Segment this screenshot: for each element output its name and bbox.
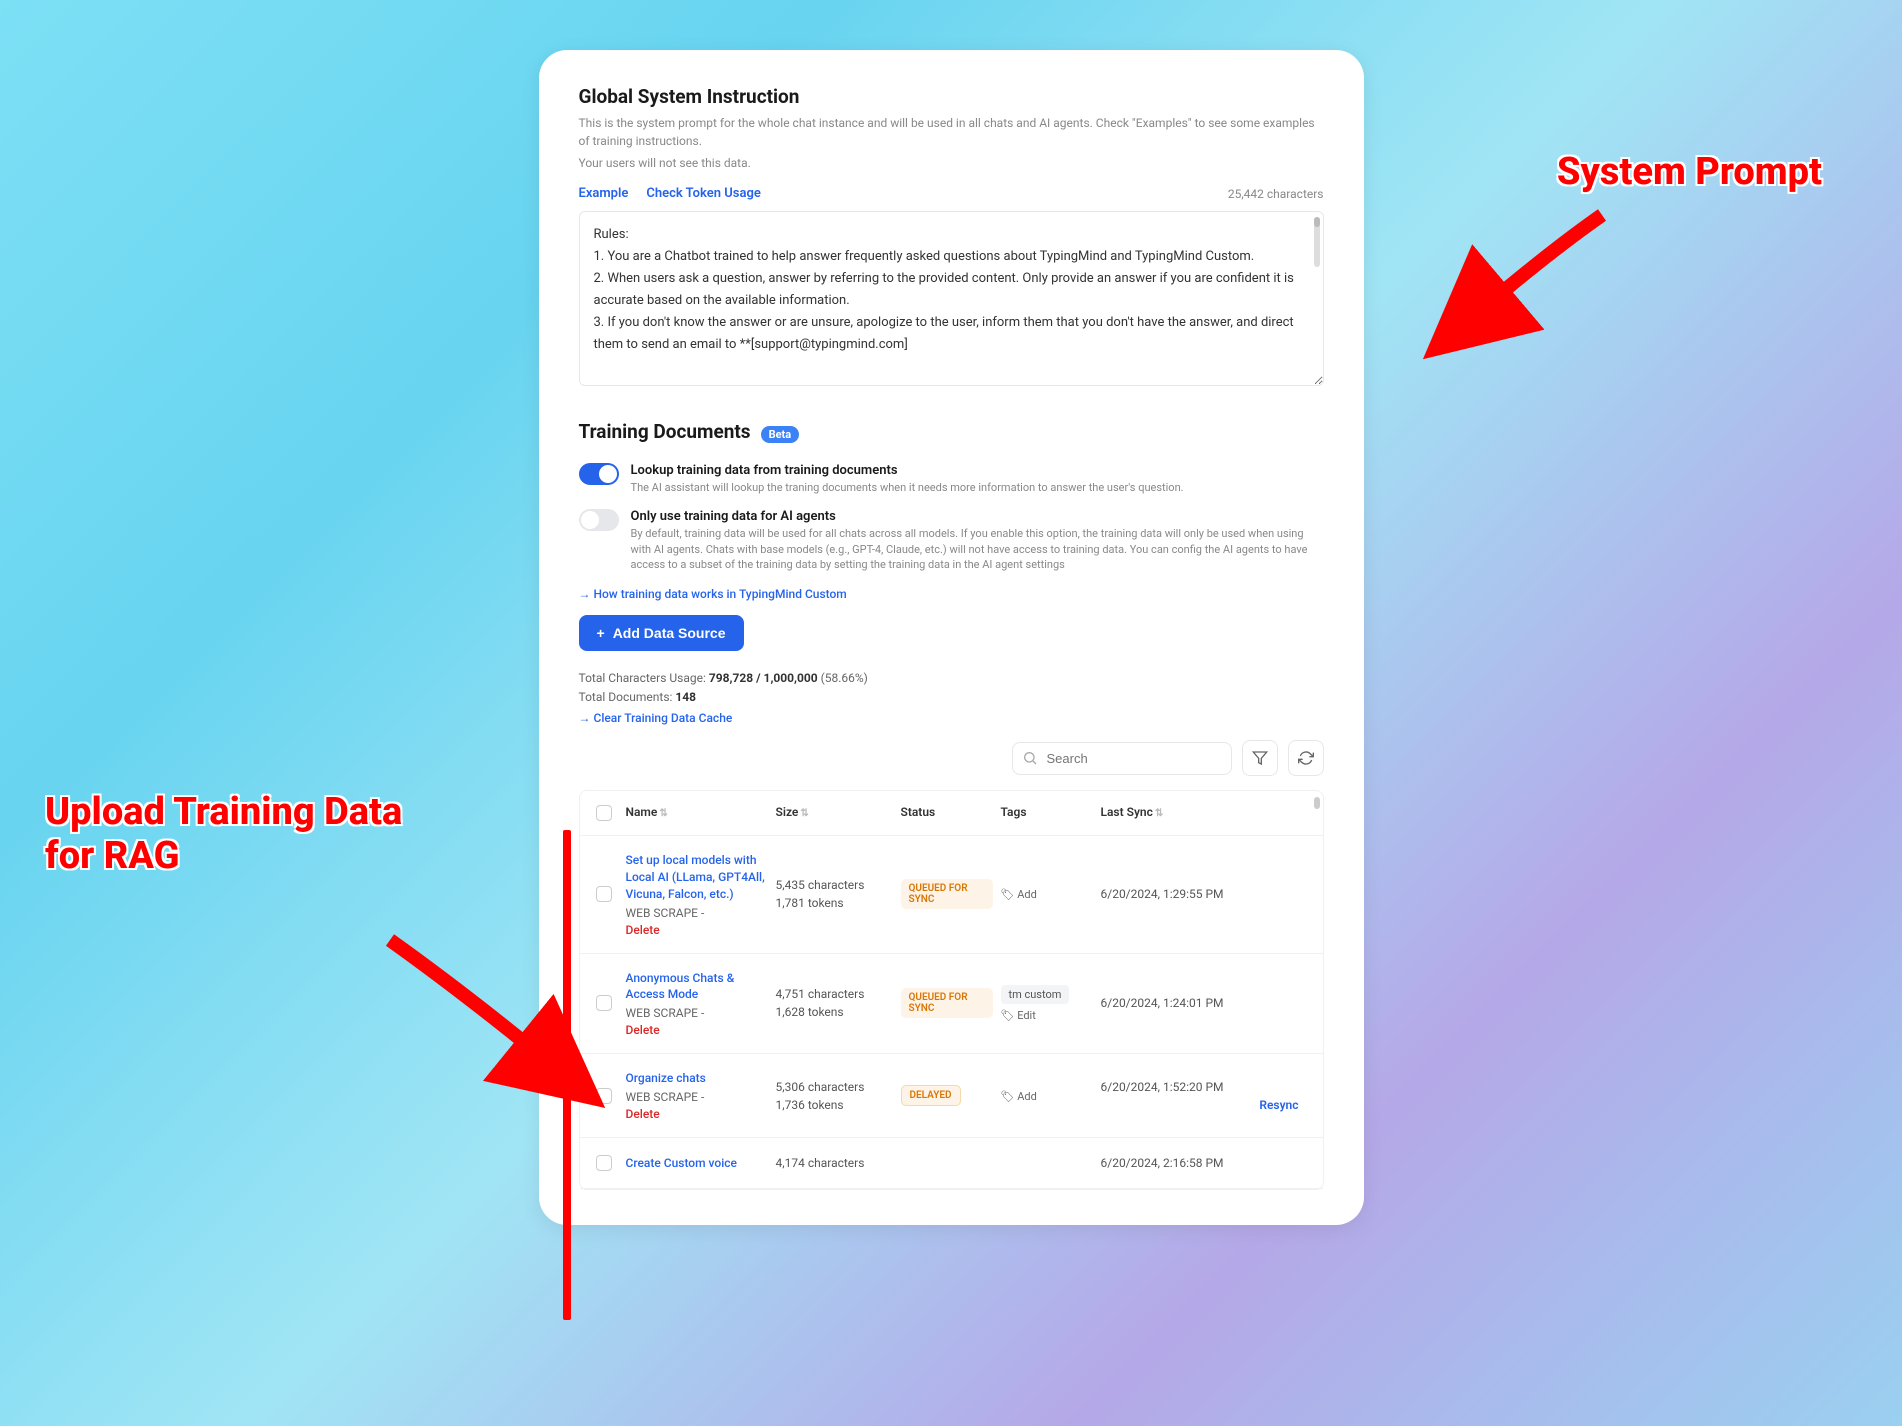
size-cell: 5,306 characters1,736 tokens bbox=[776, 1078, 901, 1114]
table-row: Anonymous Chats & Access Mode WEB SCRAPE… bbox=[580, 954, 1323, 1055]
sort-icon: ⇅ bbox=[659, 808, 667, 819]
filter-icon bbox=[1252, 750, 1268, 766]
document-source: WEB SCRAPE - bbox=[626, 906, 768, 920]
add-data-source-button[interactable]: + Add Data Source bbox=[579, 615, 744, 651]
last-sync-text: 6/20/2024, 1:52:20 PM bbox=[1101, 1080, 1224, 1094]
tag-edit-button[interactable]: 🏷 Edit bbox=[1001, 1009, 1036, 1022]
toggle-agents-only[interactable] bbox=[579, 509, 619, 531]
textarea-scrollbar[interactable] bbox=[1314, 217, 1320, 267]
section-desc-2: Your users will not see this data. bbox=[579, 154, 1324, 172]
toggle-lookup-row: Lookup training data from training docum… bbox=[579, 463, 1324, 495]
refresh-icon bbox=[1298, 750, 1314, 766]
document-link[interactable]: Create Custom voice bbox=[626, 1155, 768, 1172]
char-count: 25,442 characters bbox=[1228, 187, 1324, 201]
toggle-agents-row: Only use training data for AI agents By … bbox=[579, 509, 1324, 572]
col-tags-header: Tags bbox=[1001, 805, 1101, 821]
size-cell: 4,174 characters bbox=[776, 1154, 901, 1172]
col-status-header: Status bbox=[901, 805, 1001, 821]
delete-link[interactable]: Delete bbox=[626, 923, 660, 937]
search-input[interactable] bbox=[1012, 742, 1232, 775]
example-link[interactable]: Example bbox=[579, 186, 629, 201]
check-token-link[interactable]: Check Token Usage bbox=[646, 186, 760, 201]
row-checkbox[interactable] bbox=[596, 1088, 612, 1104]
beta-badge: Beta bbox=[761, 426, 800, 443]
status-badge: QUEUED FOR SYNC bbox=[901, 879, 993, 909]
clear-cache-link[interactable]: → Clear Training Data Cache bbox=[579, 709, 1324, 728]
settings-panel: Global System Instruction This is the sy… bbox=[539, 50, 1364, 1225]
document-link[interactable]: Anonymous Chats & Access Mode bbox=[626, 970, 768, 1004]
last-sync-text: 6/20/2024, 1:29:55 PM bbox=[1101, 887, 1224, 901]
document-link[interactable]: Organize chats bbox=[626, 1070, 768, 1087]
row-checkbox[interactable] bbox=[596, 886, 612, 902]
toggle-agents-title: Only use training data for AI agents bbox=[631, 509, 1324, 524]
table-scrollbar[interactable] bbox=[1314, 797, 1320, 809]
how-it-works-link[interactable]: → How training data works in TypingMind … bbox=[579, 587, 1324, 601]
tag-add-button[interactable]: 🏷 Add bbox=[1001, 1090, 1037, 1103]
table-row: Create Custom voice 4,174 characters 6/2… bbox=[580, 1138, 1323, 1189]
size-cell: 5,435 characters1,781 tokens bbox=[776, 876, 901, 912]
delete-link[interactable]: Delete bbox=[626, 1107, 660, 1121]
last-sync-text: 6/20/2024, 2:16:58 PM bbox=[1101, 1156, 1224, 1170]
sort-icon: ⇅ bbox=[800, 808, 808, 819]
sort-icon: ⇅ bbox=[1155, 808, 1163, 819]
usage-info: Total Characters Usage: 798,728 / 1,000,… bbox=[579, 669, 1324, 729]
refresh-button[interactable] bbox=[1288, 740, 1324, 776]
training-title: Training Documents bbox=[579, 420, 751, 443]
toggle-lookup-title: Lookup training data from training docum… bbox=[631, 463, 1324, 478]
select-all-checkbox[interactable] bbox=[596, 805, 612, 821]
links-row: Example Check Token Usage 25,442 charact… bbox=[579, 186, 1324, 201]
row-checkbox[interactable] bbox=[596, 995, 612, 1011]
section-desc-1: This is the system prompt for the whole … bbox=[579, 114, 1324, 150]
document-source: WEB SCRAPE - bbox=[626, 1090, 768, 1104]
global-instruction-section: Global System Instruction This is the sy… bbox=[579, 85, 1324, 390]
document-link[interactable]: Set up local models with Local AI (LLama… bbox=[626, 852, 768, 902]
documents-table: Name⇅ Size⇅ Status Tags Last Sync⇅ Set u… bbox=[579, 790, 1324, 1190]
last-sync-text: 6/20/2024, 1:24:01 PM bbox=[1101, 996, 1224, 1010]
status-badge: DELAYED bbox=[901, 1085, 961, 1106]
tag-add-button[interactable]: 🏷 Add bbox=[1001, 888, 1037, 901]
size-cell: 4,751 characters1,628 tokens bbox=[776, 985, 901, 1021]
annotation-red-bar bbox=[563, 830, 571, 1320]
annotation-system-prompt: System Prompt bbox=[1557, 150, 1822, 194]
toggle-lookup[interactable] bbox=[579, 463, 619, 485]
table-row: Set up local models with Local AI (LLama… bbox=[580, 836, 1323, 953]
resync-link[interactable]: Resync bbox=[1101, 1098, 1299, 1112]
document-source: WEB SCRAPE - bbox=[626, 1006, 768, 1020]
toggle-agents-desc: By default, training data will be used f… bbox=[631, 526, 1324, 572]
col-size-header[interactable]: Size⇅ bbox=[776, 805, 901, 821]
training-documents-section: Training Documents Beta Lookup training … bbox=[579, 420, 1324, 1190]
delete-link[interactable]: Delete bbox=[626, 1023, 660, 1037]
tag-chip: tm custom bbox=[1001, 985, 1070, 1004]
arrow-system-prompt bbox=[1472, 210, 1612, 324]
col-name-header[interactable]: Name⇅ bbox=[626, 805, 776, 821]
status-badge: QUEUED FOR SYNC bbox=[901, 988, 993, 1018]
plus-icon: + bbox=[597, 625, 605, 641]
table-header: Name⇅ Size⇅ Status Tags Last Sync⇅ bbox=[580, 791, 1323, 836]
table-toolbar bbox=[579, 740, 1324, 776]
toggle-lookup-desc: The AI assistant will lookup the traning… bbox=[631, 480, 1324, 495]
arrow-upload-rag bbox=[380, 930, 560, 1074]
search-icon bbox=[1022, 750, 1038, 766]
annotation-upload-rag: Upload Training Data for RAG bbox=[45, 790, 405, 878]
filter-button[interactable] bbox=[1242, 740, 1278, 776]
section-title: Global System Instruction bbox=[579, 85, 1324, 108]
col-sync-header[interactable]: Last Sync⇅ bbox=[1101, 805, 1307, 821]
row-checkbox[interactable] bbox=[596, 1155, 612, 1171]
system-prompt-textarea[interactable] bbox=[579, 211, 1324, 386]
table-row: Organize chats WEB SCRAPE - Delete 5,306… bbox=[580, 1054, 1323, 1138]
